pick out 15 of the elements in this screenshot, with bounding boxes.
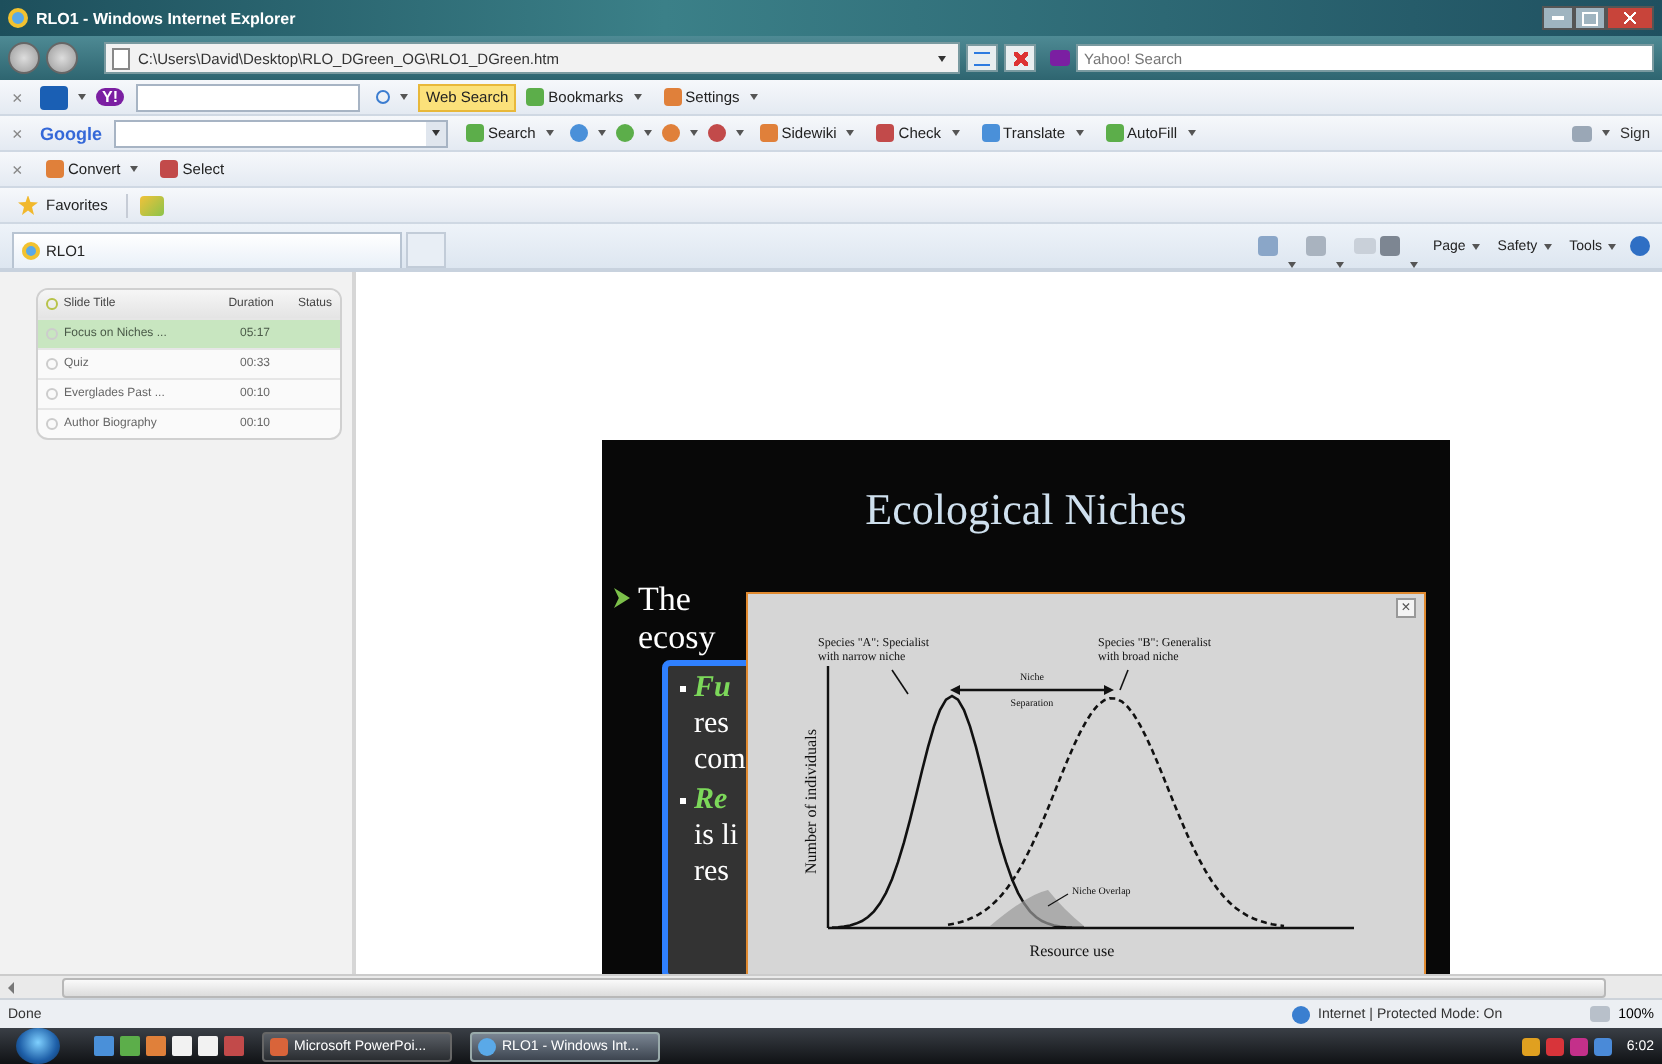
sub-bullet-text: res [694,854,729,890]
window-title: RLO1 - Windows Internet Explorer [36,9,298,27]
sub-bullet-text: Re [694,782,728,818]
bullet-text: The [638,580,691,618]
sub-bullet-text: Fu [694,670,731,706]
axis-label: Number of individuals [802,729,820,874]
sub-bullet-text: res [694,706,729,742]
popup-close-button[interactable]: × [1396,598,1416,618]
toolbar-logo[interactable]: Google [40,123,110,143]
sub-bullet-text: com [694,742,746,778]
slide-title-text: Ecological Niches [863,484,1189,536]
bullet-text: ecosy [638,618,716,656]
toolbar-logo[interactable]: Y! [96,88,124,106]
sub-bullet-text: is li [694,818,739,854]
axis-label: Resource use [1029,942,1115,960]
